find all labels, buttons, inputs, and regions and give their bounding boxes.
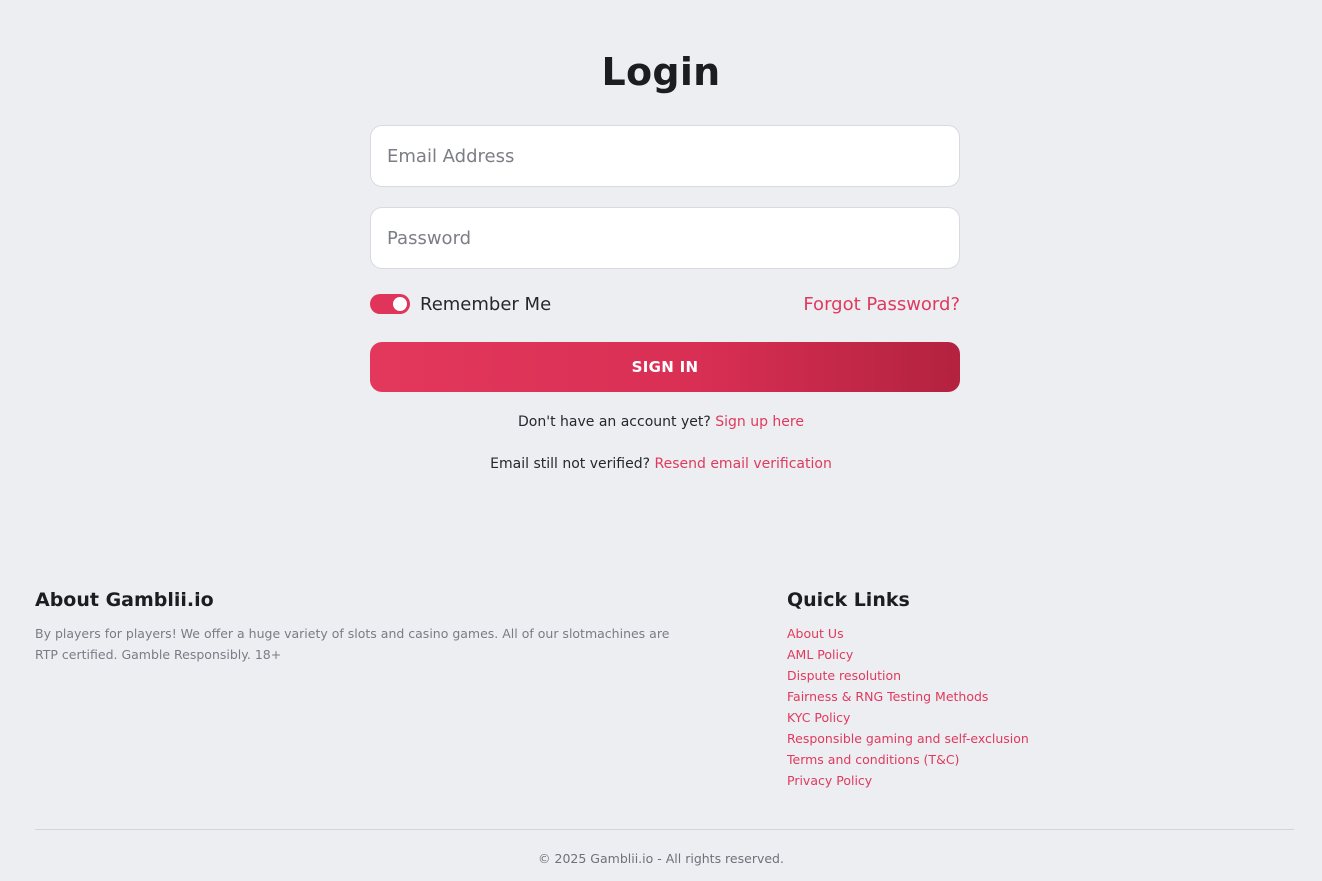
footer-divider — [35, 829, 1294, 830]
forgot-password-link[interactable]: Forgot Password? — [803, 292, 960, 318]
quick-link-item: Terms and conditions (T&C) — [787, 749, 1029, 770]
quick-link-about-us[interactable]: About Us — [787, 626, 844, 641]
sign-in-button[interactable]: SIGN IN — [370, 342, 960, 392]
quick-link-aml-policy[interactable]: AML Policy — [787, 647, 853, 662]
quick-link-responsible-gaming[interactable]: Responsible gaming and self-exclusion — [787, 731, 1029, 746]
quick-link-item: AML Policy — [787, 644, 1029, 665]
password-field[interactable] — [370, 207, 960, 269]
quick-link-item: Fairness & RNG Testing Methods — [787, 686, 1029, 707]
verify-prompt-text: Email still not verified? — [490, 456, 651, 472]
quick-link-dispute-resolution[interactable]: Dispute resolution — [787, 668, 901, 683]
about-text: By players for players! We offer a huge … — [35, 626, 670, 662]
quick-link-item: Privacy Policy — [787, 770, 1029, 791]
verify-prompt-line: Email still not verified? Resend email v… — [0, 456, 1322, 472]
signup-prompt-line: Don't have an account yet? Sign up here — [0, 414, 1322, 430]
resend-verification-link[interactable]: Resend email verification — [654, 456, 831, 472]
quick-link-item: Dispute resolution — [787, 665, 1029, 686]
sign-up-link[interactable]: Sign up here — [715, 414, 804, 430]
quick-link-item: Responsible gaming and self-exclusion — [787, 728, 1029, 749]
toggle-knob — [393, 297, 407, 311]
quick-links-list: About Us AML Policy Dispute resolution F… — [787, 623, 1029, 791]
copyright-text: © 2025 Gamblii.io - All rights reserved. — [538, 851, 784, 866]
quick-link-item: KYC Policy — [787, 707, 1029, 728]
quick-links-title: Quick Links — [787, 589, 910, 611]
about-title: About Gamblii.io — [35, 589, 214, 611]
quick-link-terms[interactable]: Terms and conditions (T&C) — [787, 752, 959, 767]
email-field[interactable] — [370, 125, 960, 187]
quick-link-kyc-policy[interactable]: KYC Policy — [787, 710, 850, 725]
remember-me-toggle[interactable] — [370, 294, 410, 314]
quick-link-fairness-rng[interactable]: Fairness & RNG Testing Methods — [787, 689, 988, 704]
quick-link-item: About Us — [787, 623, 1029, 644]
signup-prompt-text: Don't have an account yet? — [518, 414, 711, 430]
page-title: Login — [601, 50, 721, 94]
remember-me-label: Remember Me — [420, 294, 552, 315]
quick-link-privacy-policy[interactable]: Privacy Policy — [787, 773, 872, 788]
remember-row: Remember Me Forgot Password? — [370, 290, 960, 320]
login-page: Login Remember Me Forgot Password? SIGN … — [0, 0, 1322, 881]
